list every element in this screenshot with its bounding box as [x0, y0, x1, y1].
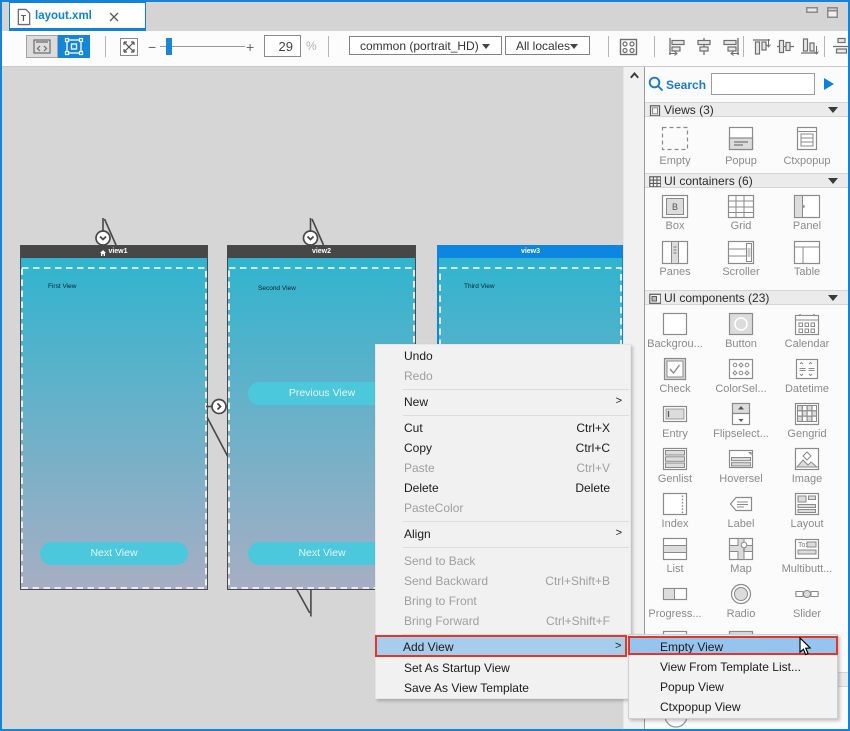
svg-text:T: T	[21, 13, 27, 23]
svg-text:To:: To:	[798, 542, 807, 549]
svg-text:B: B	[672, 202, 678, 212]
